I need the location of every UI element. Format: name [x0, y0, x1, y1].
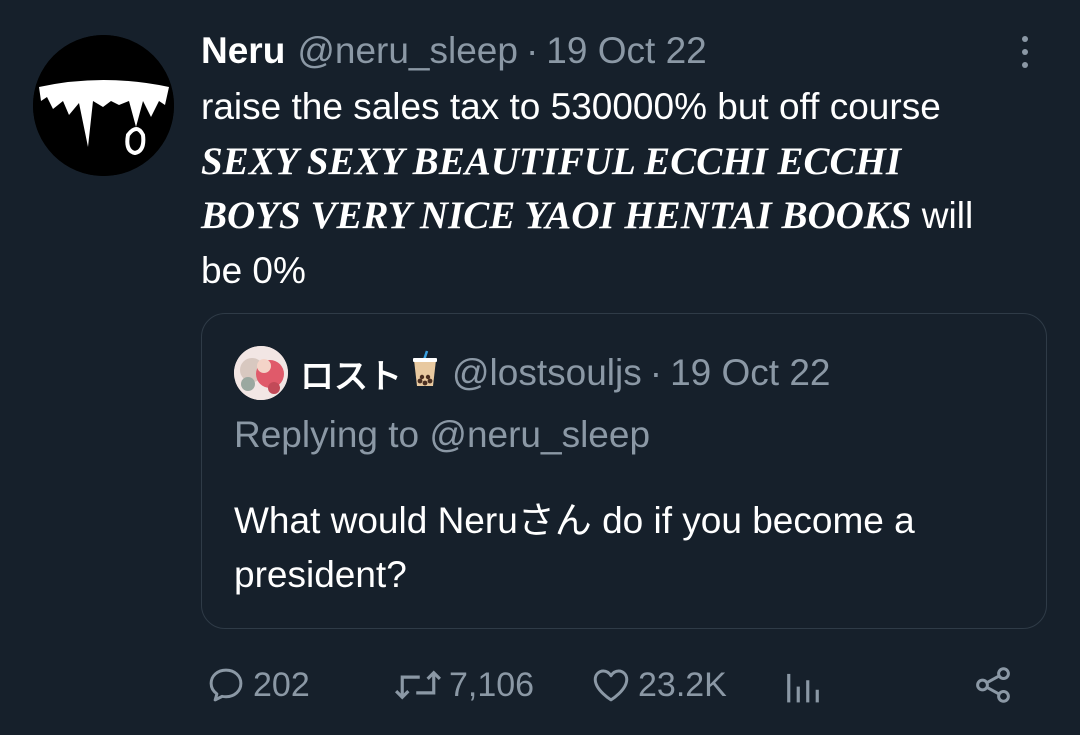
quoted-author-handle[interactable]: @lostsouljs — [452, 352, 642, 394]
reply-icon — [209, 668, 243, 702]
analytics-button[interactable] — [784, 660, 822, 710]
retweet-icon — [395, 670, 441, 700]
tweet-header: Neru @neru_sleep · 19 Oct 22 — [201, 28, 707, 74]
replying-to: Replying to @neru_sleep — [234, 414, 650, 456]
quoted-text: What would Neruさん do if you become a pre… — [234, 500, 915, 595]
share-icon — [976, 667, 1010, 703]
like-button[interactable]: 23.2K — [590, 660, 727, 710]
action-bar: 202 7,106 23.2K — [0, 660, 1080, 710]
quoted-separator-dot: · — [649, 352, 663, 393]
quoted-header: ロスト @lostsouljs · 19 Oct 22 — [300, 349, 831, 398]
more-vertical-icon[interactable] — [1010, 30, 1040, 74]
replying-handle[interactable]: @neru_sleep — [429, 414, 650, 455]
author-name[interactable]: Neru — [201, 30, 285, 72]
separator-dot: · — [525, 30, 539, 71]
reply-button[interactable]: 202 — [205, 660, 310, 710]
quoted-date[interactable]: 19 Oct 22 — [670, 352, 830, 394]
quoted-avatar-image — [234, 346, 288, 400]
avatar-image — [33, 35, 174, 176]
quoted-avatar[interactable] — [234, 346, 288, 400]
tweet-text-part-1: raise the sales tax to 530000% but off c… — [201, 86, 941, 127]
avatar[interactable] — [33, 35, 174, 176]
share-button[interactable] — [972, 660, 1014, 710]
retweet-button[interactable]: 7,106 — [393, 660, 534, 710]
heart-icon — [593, 669, 629, 702]
quoted-tweet[interactable]: ロスト @lostsouljs · 19 Oct 22 Replying to … — [201, 313, 1047, 629]
bubble-tea-icon — [410, 350, 440, 397]
reply-count: 202 — [253, 665, 310, 704]
tweet-date[interactable]: 19 Oct 22 — [546, 30, 706, 72]
like-count: 23.2K — [638, 665, 727, 704]
tweet-text: raise the sales tax to 530000% but off c… — [201, 80, 1001, 298]
tweet-text-emphasis: SEXY SEXY BEAUTIFUL ECCHI ECCHI BOYS VER… — [201, 139, 912, 238]
author-handle[interactable]: @neru_sleep — [297, 30, 518, 72]
quoted-author-name[interactable]: ロスト — [300, 349, 402, 398]
retweet-count: 7,106 — [449, 665, 535, 704]
analytics-icon — [787, 673, 819, 703]
replying-prefix: Replying to — [234, 414, 430, 455]
